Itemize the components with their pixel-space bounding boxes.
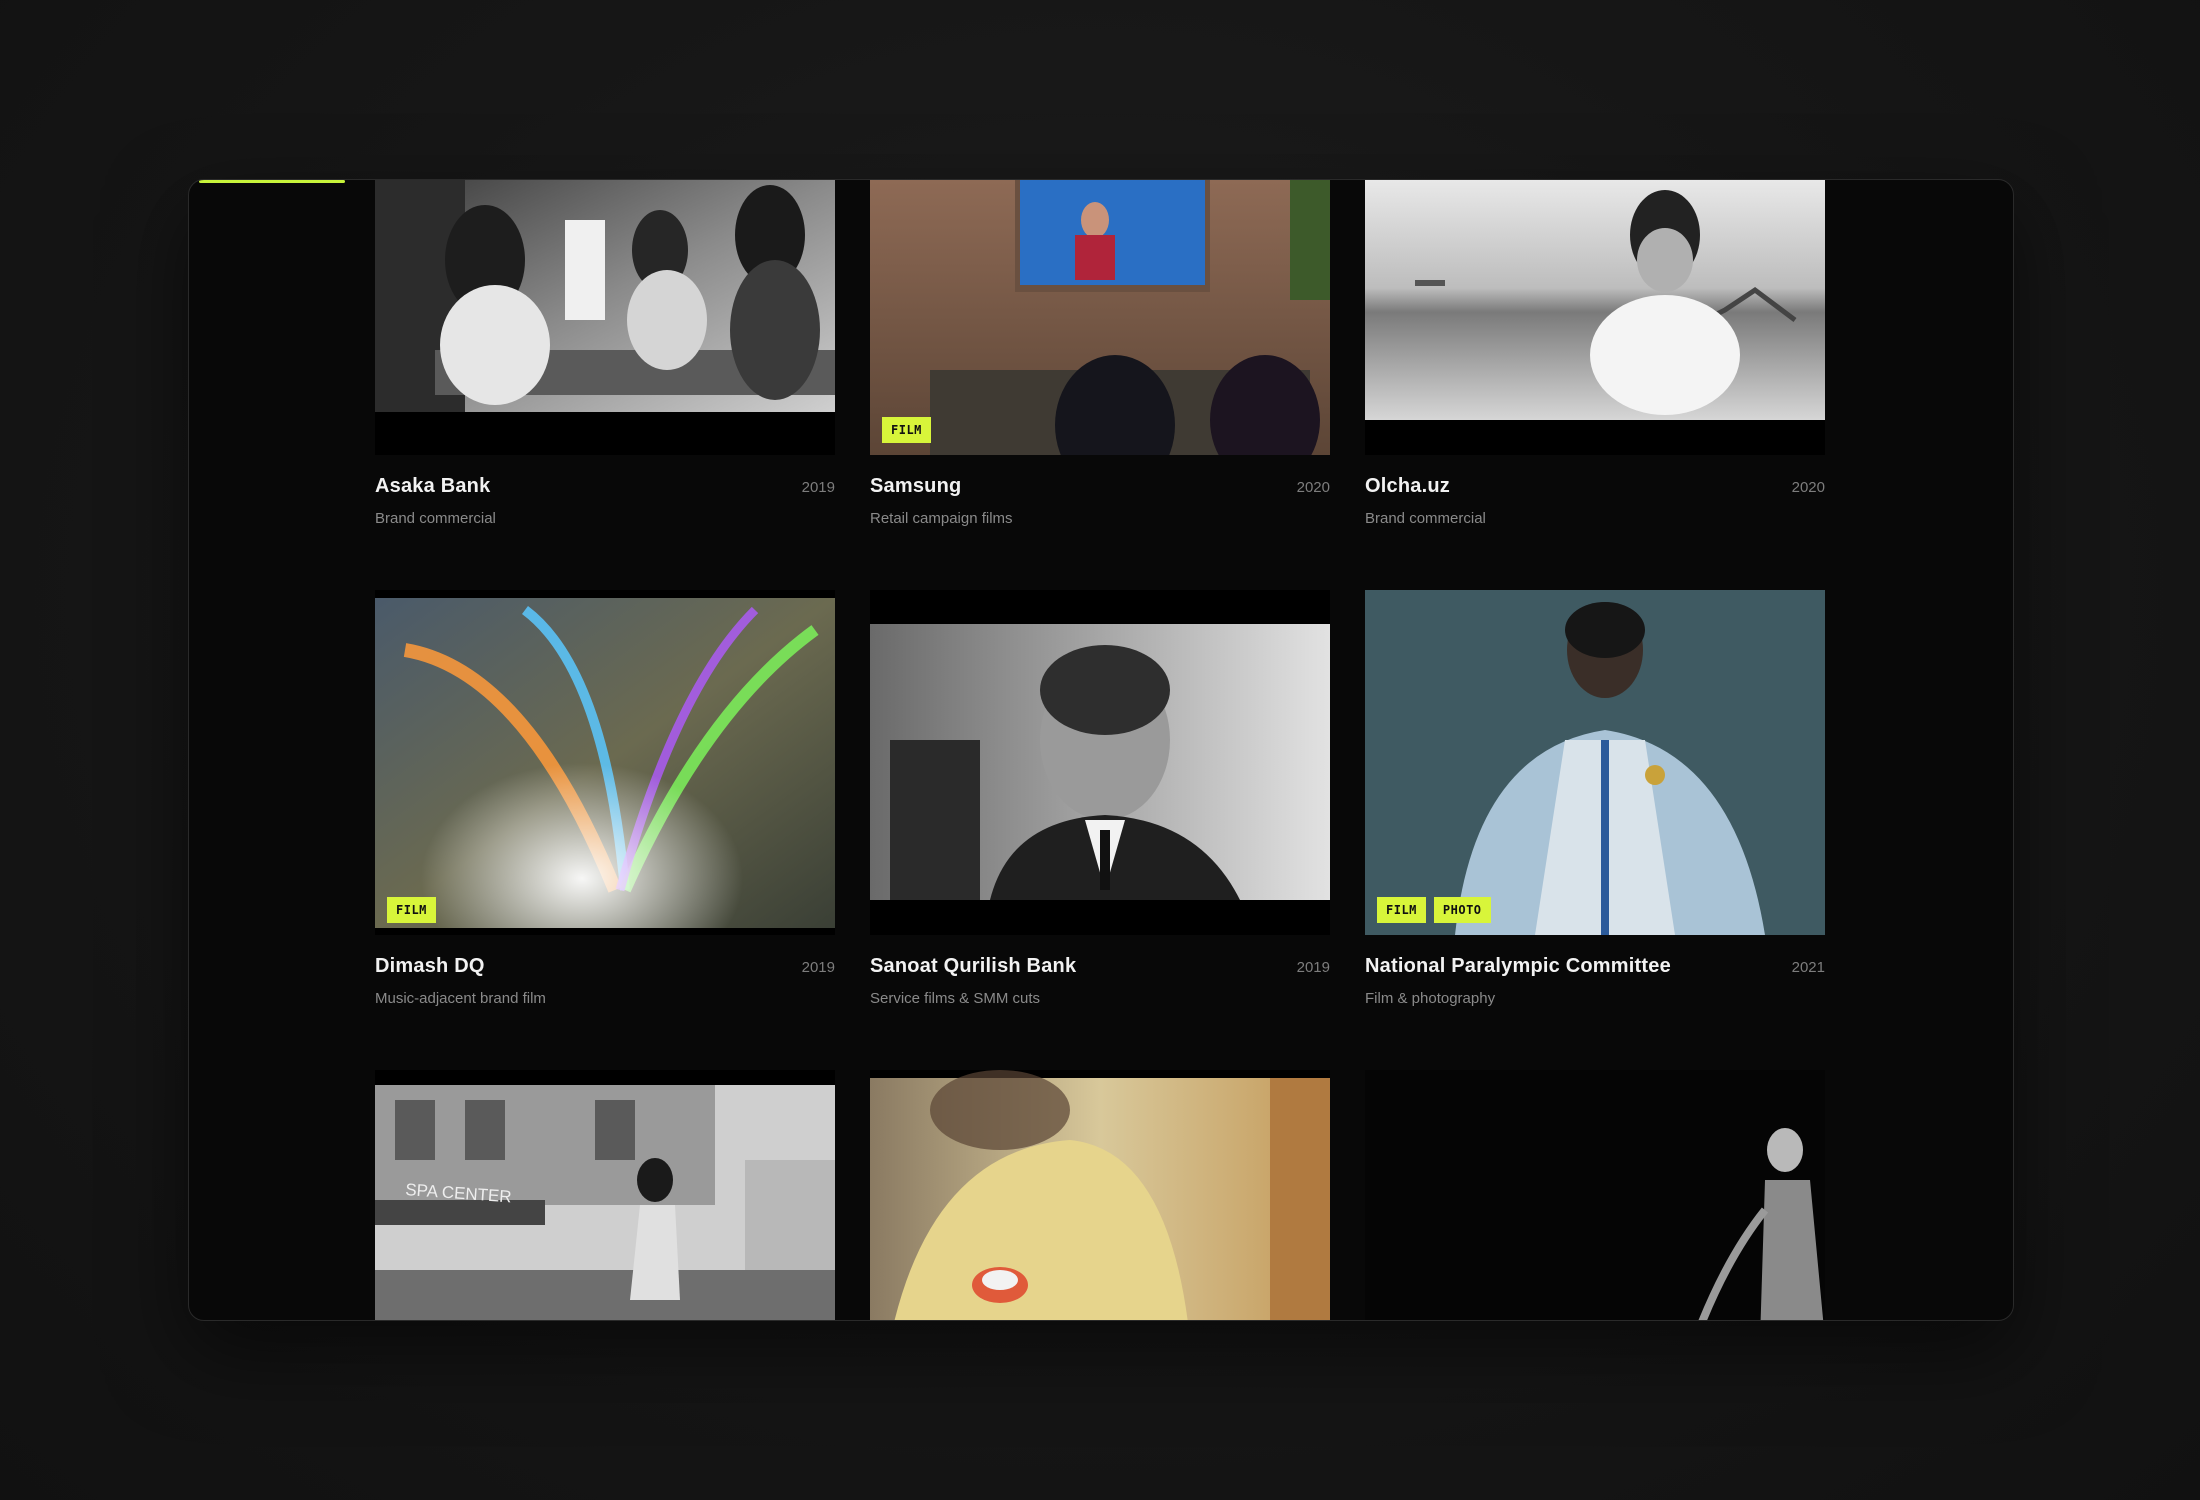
tag-list: FILM PHOTO (1377, 897, 1491, 923)
thumbnail-image: SPA CENTER (375, 1070, 835, 1320)
project-subtitle: Music-adjacent brand film (375, 990, 546, 1007)
thumbnail-image (870, 180, 1330, 455)
project-thumbnail[interactable]: SPA CENTER (375, 1070, 835, 1320)
tag-list: FILM (882, 417, 931, 443)
project-meta: National Paralympic Committee 2021 Film … (1365, 935, 1825, 1070)
project-card-samsung[interactable]: FILM Samsung 2020 Retail campaign films (870, 180, 1330, 590)
project-meta: Samsung 2020 Retail campaign films (870, 455, 1330, 590)
thumbnail-image (1365, 590, 1825, 935)
project-card-partial-3[interactable] (1365, 1070, 1825, 1320)
project-meta: Asaka Bank 2019 Brand commercial (375, 455, 835, 590)
project-year: 2019 (801, 479, 835, 496)
project-year: 2021 (1791, 959, 1825, 976)
tag-film: FILM (1377, 897, 1426, 923)
project-subtitle: Brand commercial (375, 510, 496, 527)
project-subtitle: Film & photography (1365, 990, 1496, 1007)
project-meta: Sanoat Qurilish Bank 2019 Service films … (870, 935, 1330, 1070)
thumbnail-image (375, 180, 835, 455)
project-meta: Olcha.uz 2020 Brand commercial (1365, 455, 1825, 590)
tag-list: FILM (387, 897, 436, 923)
project-grid: Asaka Bank 2019 Brand commercial FILM Sa… (375, 180, 1835, 1320)
project-subtitle: Service films & SMM cuts (870, 990, 1041, 1007)
project-card-olcha[interactable]: Olcha.uz 2020 Brand commercial (1365, 180, 1825, 590)
project-thumbnail[interactable]: FILM (870, 180, 1330, 455)
project-thumbnail[interactable] (870, 1070, 1330, 1320)
project-thumbnail[interactable] (375, 180, 835, 455)
project-year: 2019 (801, 959, 835, 976)
project-thumbnail[interactable]: FILM PHOTO (1365, 590, 1825, 935)
project-title[interactable]: Samsung (870, 475, 961, 498)
project-meta: Dimash DQ 2019 Music-adjacent brand film (375, 935, 835, 1070)
project-title[interactable]: National Paralympic Committee (1365, 955, 1671, 978)
thumbnail-image (1365, 1070, 1825, 1320)
project-card-national-paralympic-committee[interactable]: FILM PHOTO National Paralympic Committee… (1365, 590, 1825, 1070)
project-card-dimash-dq[interactable]: FILM Dimash DQ 2019 Music-adjacent brand… (375, 590, 835, 1070)
project-subtitle: Brand commercial (1365, 510, 1486, 527)
tag-film: FILM (882, 417, 931, 443)
thumbnail-image (870, 1070, 1330, 1320)
project-year: 2019 (1296, 959, 1330, 976)
thumbnail-image (870, 624, 1330, 900)
project-year: 2020 (1791, 479, 1825, 496)
project-thumbnail[interactable] (870, 590, 1330, 935)
project-card-asaka-bank[interactable]: Asaka Bank 2019 Brand commercial (375, 180, 835, 590)
scroll-progress-bar (199, 180, 345, 183)
thumbnail-image (1365, 180, 1825, 455)
project-thumbnail[interactable] (1365, 1070, 1825, 1320)
project-thumbnail[interactable]: FILM (375, 590, 835, 935)
project-year: 2020 (1296, 479, 1330, 496)
project-card-partial-1[interactable]: SPA CENTER (375, 1070, 835, 1320)
project-title[interactable]: Asaka Bank (375, 475, 490, 498)
tag-film: FILM (387, 897, 436, 923)
tag-photo: PHOTO (1433, 897, 1491, 923)
project-title[interactable]: Olcha.uz (1365, 475, 1450, 498)
project-subtitle: Retail campaign films (870, 510, 1013, 527)
project-title[interactable]: Dimash DQ (375, 955, 485, 978)
project-thumbnail[interactable] (1365, 180, 1825, 455)
project-card-partial-2[interactable] (870, 1070, 1330, 1320)
thumbnail-image (375, 598, 835, 928)
project-card-sanoat-qurilish-bank[interactable]: Sanoat Qurilish Bank 2019 Service films … (870, 590, 1330, 1070)
project-title[interactable]: Sanoat Qurilish Bank (870, 955, 1076, 978)
portfolio-viewer: Asaka Bank 2019 Brand commercial FILM Sa… (188, 179, 2014, 1321)
